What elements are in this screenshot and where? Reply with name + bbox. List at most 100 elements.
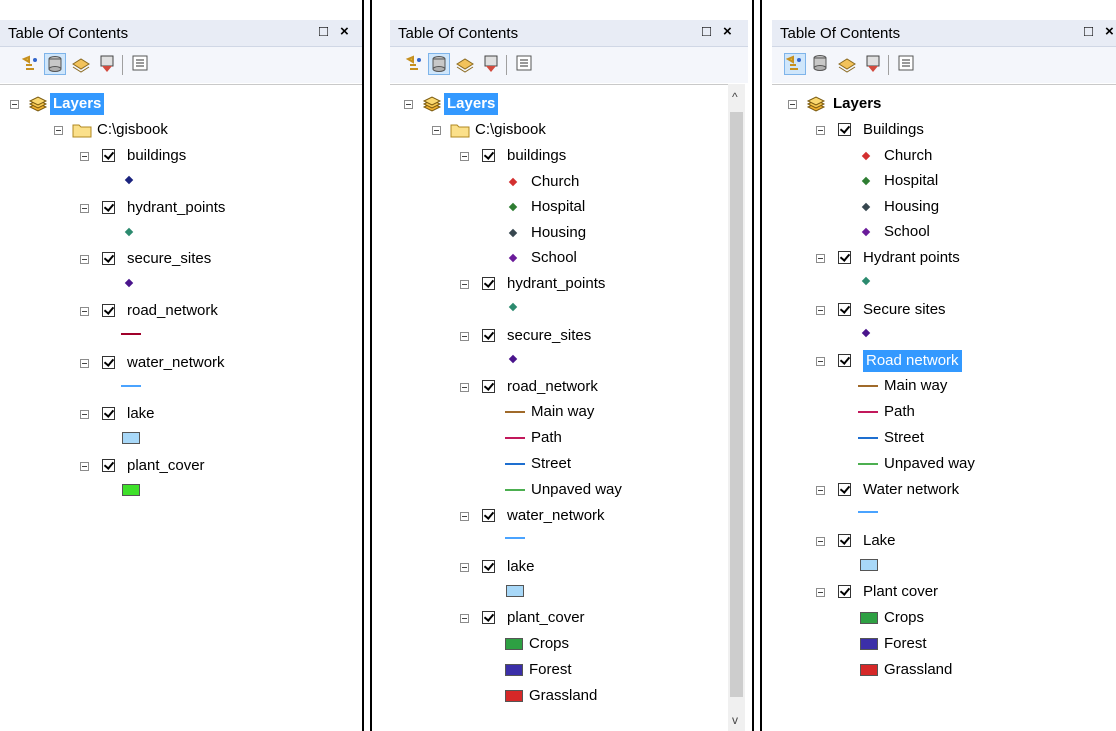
tree-label: plant_cover	[127, 457, 205, 474]
collapse-icon[interactable]	[54, 126, 63, 135]
tree-label: buildings	[507, 147, 567, 164]
close-icon[interactable]: ×	[340, 23, 349, 40]
layer-visibility-checkbox[interactable]	[482, 509, 495, 522]
polygon-symbol	[122, 432, 140, 444]
collapse-icon[interactable]	[80, 204, 89, 213]
layer-visibility-checkbox[interactable]	[102, 459, 115, 472]
legend-label: Crops	[884, 609, 925, 626]
tree-label: Secure sites	[863, 301, 946, 318]
point-symbol	[508, 253, 518, 263]
list-by-source-icon[interactable]	[44, 53, 66, 75]
layer-visibility-checkbox[interactable]	[482, 277, 495, 290]
collapse-icon[interactable]	[788, 100, 797, 109]
layer-visibility-checkbox[interactable]	[482, 149, 495, 162]
legend-label: Path	[531, 429, 562, 446]
list-by-drawing-order-icon[interactable]	[404, 53, 426, 75]
collapse-icon[interactable]	[816, 588, 825, 597]
layer-visibility-checkbox[interactable]	[838, 585, 851, 598]
layer-visibility-checkbox[interactable]	[482, 560, 495, 573]
legend-label: Path	[884, 403, 915, 420]
tree-label: Buildings	[863, 121, 924, 138]
scroll-down-icon[interactable]: v	[732, 713, 738, 727]
layer-visibility-checkbox[interactable]	[838, 123, 851, 136]
layer-visibility-checkbox[interactable]	[102, 201, 115, 214]
layer-visibility-checkbox[interactable]	[838, 251, 851, 264]
toc-panel-3: Table Of Contents □ × Layers Buildings C…	[772, 20, 1116, 731]
tree-label: Hydrant points	[863, 249, 960, 266]
title-bar: Table Of Contents □ ×	[390, 20, 748, 47]
folder-icon	[450, 122, 470, 145]
list-by-selection-icon[interactable]	[862, 53, 884, 75]
collapse-icon[interactable]	[80, 307, 89, 316]
options-icon[interactable]	[896, 53, 918, 75]
collapse-icon[interactable]	[460, 383, 469, 392]
collapse-icon[interactable]	[10, 100, 19, 109]
line-symbol	[505, 537, 525, 539]
collapse-icon[interactable]	[460, 332, 469, 341]
collapse-icon[interactable]	[460, 614, 469, 623]
restore-icon[interactable]: □	[1084, 23, 1093, 40]
collapse-icon[interactable]	[80, 152, 89, 161]
layer-visibility-checkbox[interactable]	[482, 380, 495, 393]
point-symbol	[124, 227, 134, 237]
scroll-up-icon[interactable]: ^	[732, 90, 738, 104]
collapse-icon[interactable]	[816, 357, 825, 366]
options-icon[interactable]	[130, 53, 152, 75]
close-icon[interactable]: ×	[723, 23, 732, 40]
collapse-icon[interactable]	[460, 152, 469, 161]
collapse-icon[interactable]	[816, 126, 825, 135]
legend-label: School	[884, 223, 930, 240]
layer-visibility-checkbox[interactable]	[838, 354, 851, 367]
restore-icon[interactable]: □	[702, 23, 711, 40]
collapse-icon[interactable]	[80, 410, 89, 419]
layer-visibility-checkbox[interactable]	[838, 303, 851, 316]
vertical-scrollbar[interactable]: ^ v	[728, 84, 745, 731]
line-symbol	[505, 411, 525, 413]
toolbar-separator	[506, 55, 507, 75]
layer-visibility-checkbox[interactable]	[482, 611, 495, 624]
layer-visibility-checkbox[interactable]	[838, 483, 851, 496]
layer-visibility-checkbox[interactable]	[102, 304, 115, 317]
line-symbol	[858, 385, 878, 387]
collapse-icon[interactable]	[80, 359, 89, 368]
list-by-visibility-icon[interactable]	[70, 53, 92, 75]
collapse-icon[interactable]	[816, 537, 825, 546]
layer-visibility-checkbox[interactable]	[838, 534, 851, 547]
point-symbol	[508, 228, 518, 238]
layer-visibility-checkbox[interactable]	[102, 149, 115, 162]
layer-visibility-checkbox[interactable]	[482, 329, 495, 342]
list-by-visibility-icon[interactable]	[454, 53, 476, 75]
list-by-drawing-order-icon[interactable]	[784, 53, 806, 75]
collapse-icon[interactable]	[80, 255, 89, 264]
collapse-icon[interactable]	[460, 280, 469, 289]
collapse-icon[interactable]	[816, 306, 825, 315]
collapse-icon[interactable]	[816, 254, 825, 263]
collapse-icon[interactable]	[432, 126, 441, 135]
list-by-visibility-icon[interactable]	[836, 53, 858, 75]
legend-label: Crops	[529, 635, 570, 652]
legend-label: School	[531, 249, 577, 266]
collapse-icon[interactable]	[460, 563, 469, 572]
options-icon[interactable]	[514, 53, 536, 75]
collapse-icon[interactable]	[460, 512, 469, 521]
point-symbol	[508, 354, 518, 364]
panel-divider	[760, 0, 762, 731]
list-by-drawing-order-icon[interactable]	[20, 53, 42, 75]
layer-visibility-checkbox[interactable]	[102, 252, 115, 265]
collapse-icon[interactable]	[816, 486, 825, 495]
line-symbol	[858, 463, 878, 465]
close-icon[interactable]: ×	[1105, 23, 1114, 40]
list-by-source-icon[interactable]	[810, 53, 832, 75]
collapse-icon[interactable]	[404, 100, 413, 109]
list-by-selection-icon[interactable]	[480, 53, 502, 75]
restore-icon[interactable]: □	[319, 23, 328, 40]
scrollbar-thumb[interactable]	[730, 112, 743, 697]
polygon-symbol	[505, 690, 523, 702]
list-by-selection-icon[interactable]	[96, 53, 118, 75]
layer-visibility-checkbox[interactable]	[102, 356, 115, 369]
list-by-source-icon[interactable]	[428, 53, 450, 75]
tree-label: Layers	[50, 93, 105, 115]
tree-label-selected: Road network	[863, 350, 962, 372]
layer-visibility-checkbox[interactable]	[102, 407, 115, 420]
collapse-icon[interactable]	[80, 462, 89, 471]
